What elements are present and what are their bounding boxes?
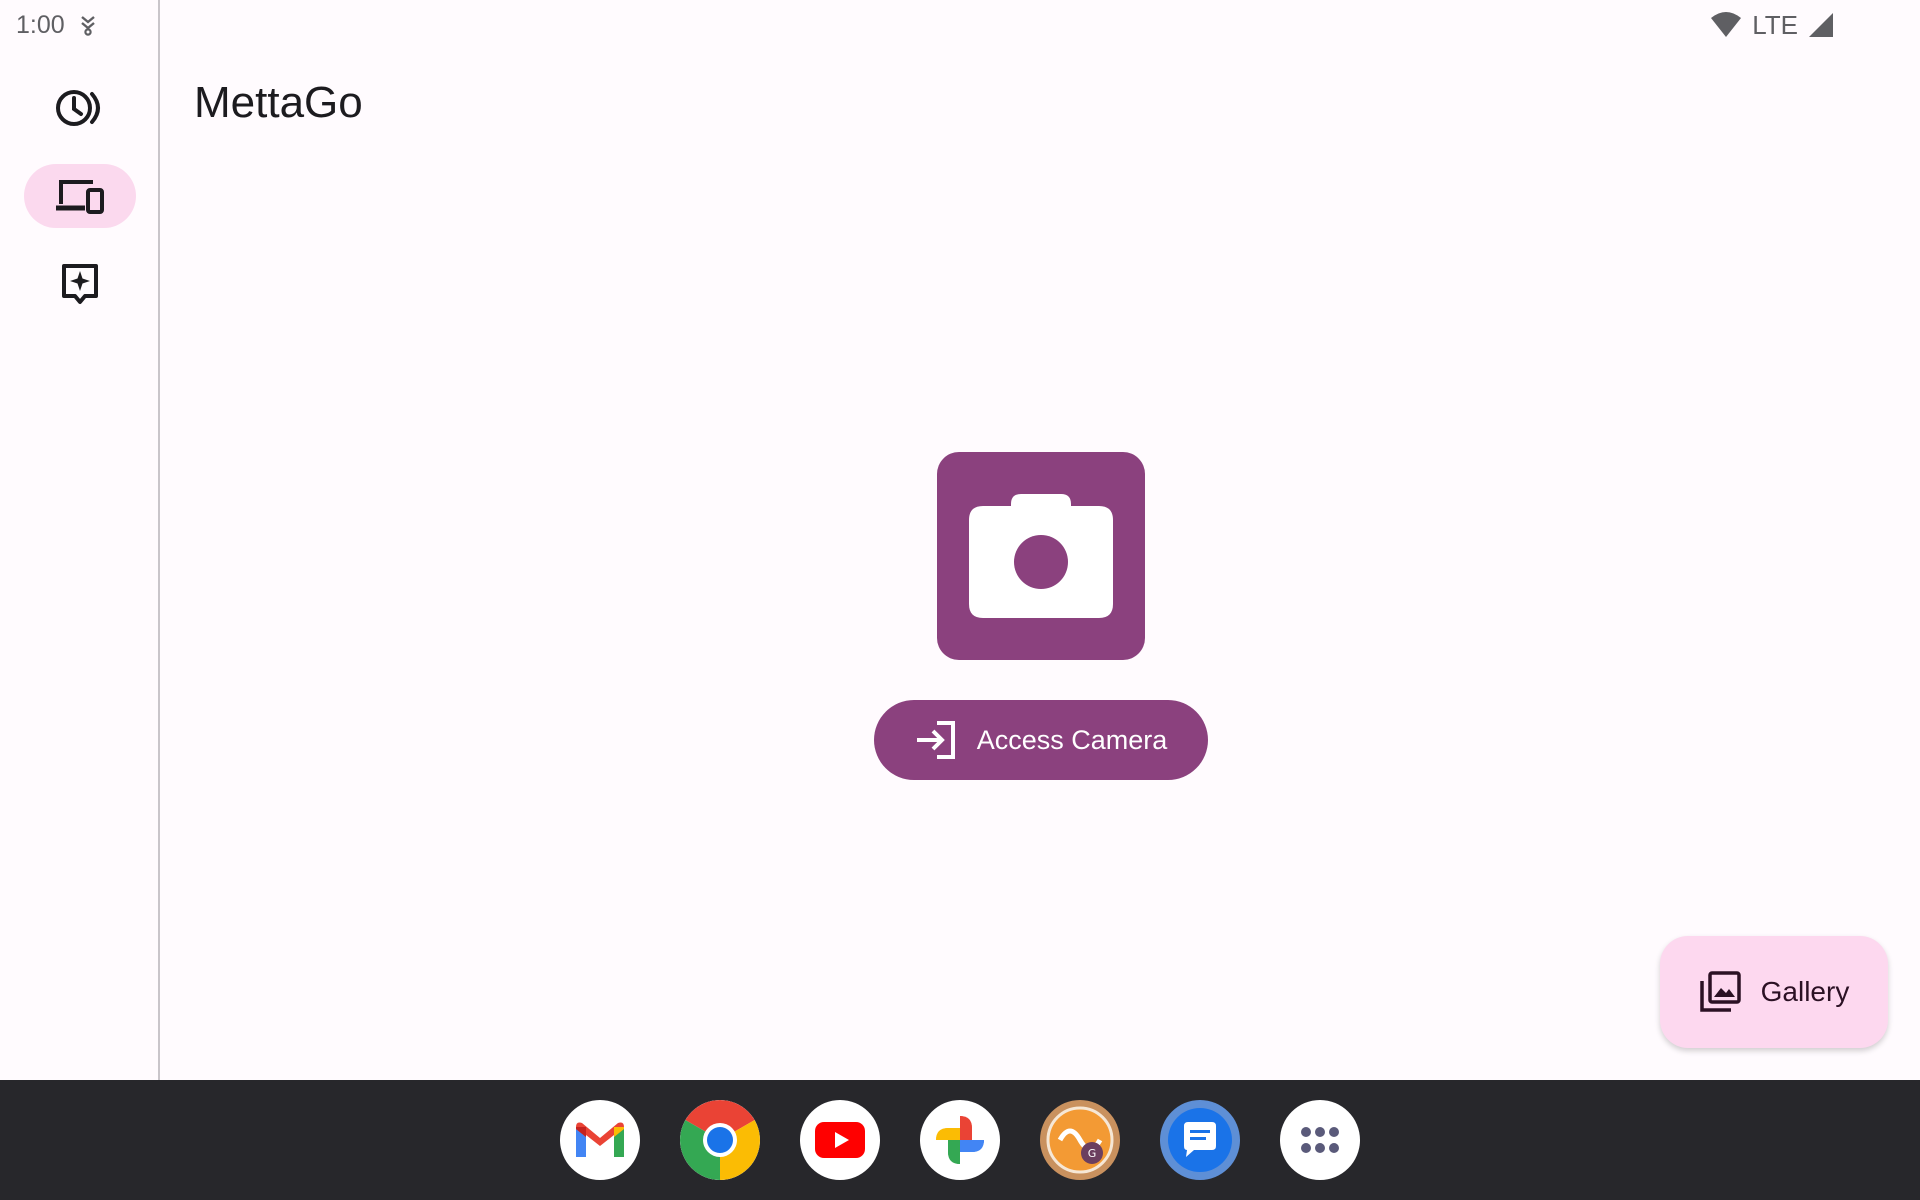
navigation-rail (0, 0, 160, 1080)
app-drawer-icon[interactable] (1280, 1100, 1360, 1180)
rail-item-feedback[interactable] (24, 252, 136, 316)
status-right: LTE (1710, 10, 1834, 41)
mettago-app-icon[interactable]: G (1040, 1100, 1120, 1180)
rail-item-devices[interactable] (24, 164, 136, 228)
rail-item-history[interactable] (24, 76, 136, 140)
photos-icon[interactable] (920, 1100, 1000, 1180)
access-camera-label: Access Camera (976, 724, 1168, 755)
photo-library-icon (1699, 971, 1741, 1013)
chrome-icon[interactable] (680, 1100, 760, 1180)
login-icon (915, 720, 957, 760)
svg-text:G: G (1088, 1147, 1097, 1160)
page-title: MettaGo (194, 78, 363, 127)
sparkle-feedback-icon (60, 262, 100, 306)
history-icon (54, 86, 106, 130)
gallery-label: Gallery (1760, 976, 1850, 1007)
status-bar: 1:00 LTE (0, 0, 1920, 50)
camera-icon (969, 490, 1113, 623)
youtube-icon[interactable] (800, 1100, 880, 1180)
devices-icon (55, 178, 105, 214)
wifi-icon (1710, 12, 1742, 38)
network-type: LTE (1752, 9, 1798, 40)
camera-tile (937, 452, 1145, 660)
taskbar: G (0, 1080, 1920, 1200)
access-camera-button[interactable]: Access Camera (874, 700, 1208, 780)
cell-signal-icon (1808, 12, 1834, 38)
gmail-icon[interactable] (560, 1100, 640, 1180)
gallery-button[interactable]: Gallery (1660, 936, 1888, 1048)
messages-icon[interactable] (1160, 1100, 1240, 1180)
